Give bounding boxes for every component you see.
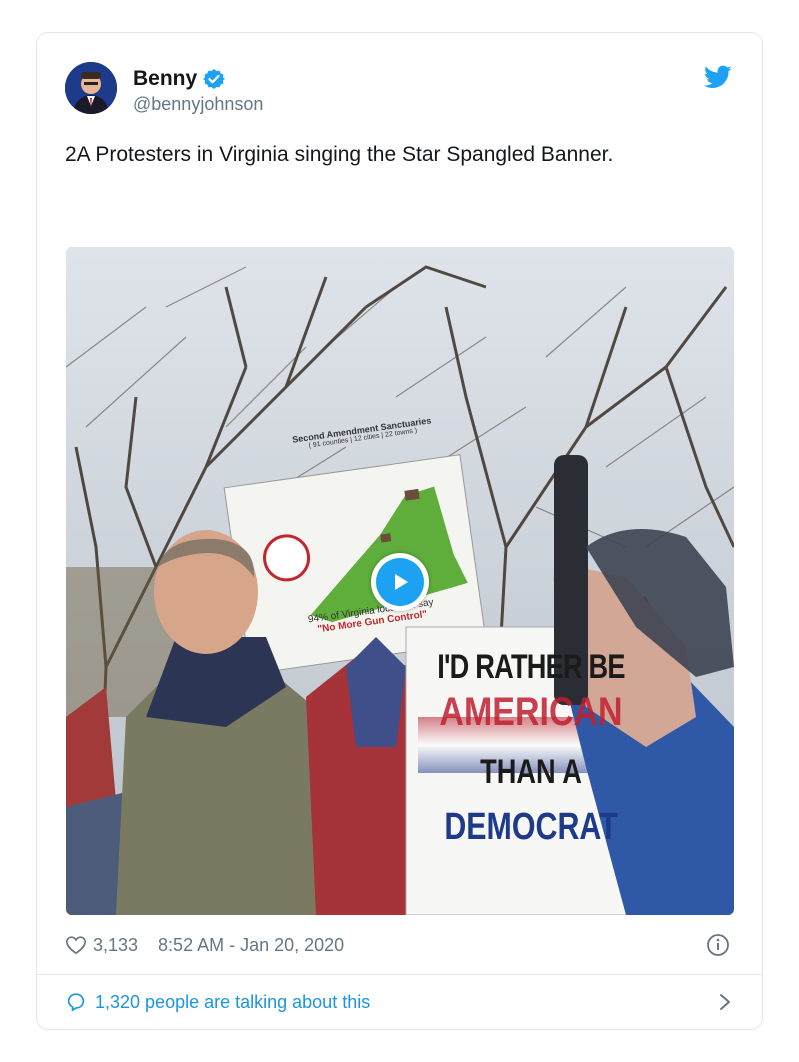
handle[interactable]: @bennyjohnson <box>133 94 263 115</box>
conversation-text[interactable]: 1,320 people are talking about this <box>95 992 370 1013</box>
timestamp[interactable]: 8:52 AM - Jan 20, 2020 <box>158 935 344 956</box>
display-name[interactable]: Benny <box>133 67 226 91</box>
banner-line-4: DEMOCRAT <box>444 806 618 848</box>
tweet-meta: 3,133 8:52 AM - Jan 20, 2020 <box>65 931 344 959</box>
heart-icon[interactable] <box>65 934 87 956</box>
banner-line-1: I'D RATHER BE <box>437 648 625 686</box>
comment-icon <box>67 993 85 1012</box>
tweet-text: 2A Protesters in Virginia singing the St… <box>65 143 614 166</box>
play-button[interactable] <box>371 553 429 611</box>
tweet-card: Benny @bennyjohnson 2A Protesters in Vir… <box>36 32 763 1030</box>
chevron-right-icon[interactable] <box>715 991 735 1013</box>
video-thumbnail[interactable]: Second Amendment Sanctuaries ( 91 counti… <box>66 247 734 915</box>
like-count[interactable]: 3,133 <box>93 935 138 956</box>
twitter-bird-icon[interactable] <box>703 63 732 91</box>
conversation-link[interactable]: 1,320 people are talking about this <box>65 989 735 1015</box>
play-icon <box>395 574 408 590</box>
avatar[interactable] <box>65 62 117 114</box>
banner-line-2: AMERICAN <box>439 690 623 734</box>
display-name-text[interactable]: Benny <box>133 67 197 91</box>
divider <box>37 974 762 975</box>
verified-badge-icon <box>203 68 226 90</box>
info-icon[interactable] <box>706 933 730 957</box>
banner-line-3: THAN A <box>480 753 582 791</box>
